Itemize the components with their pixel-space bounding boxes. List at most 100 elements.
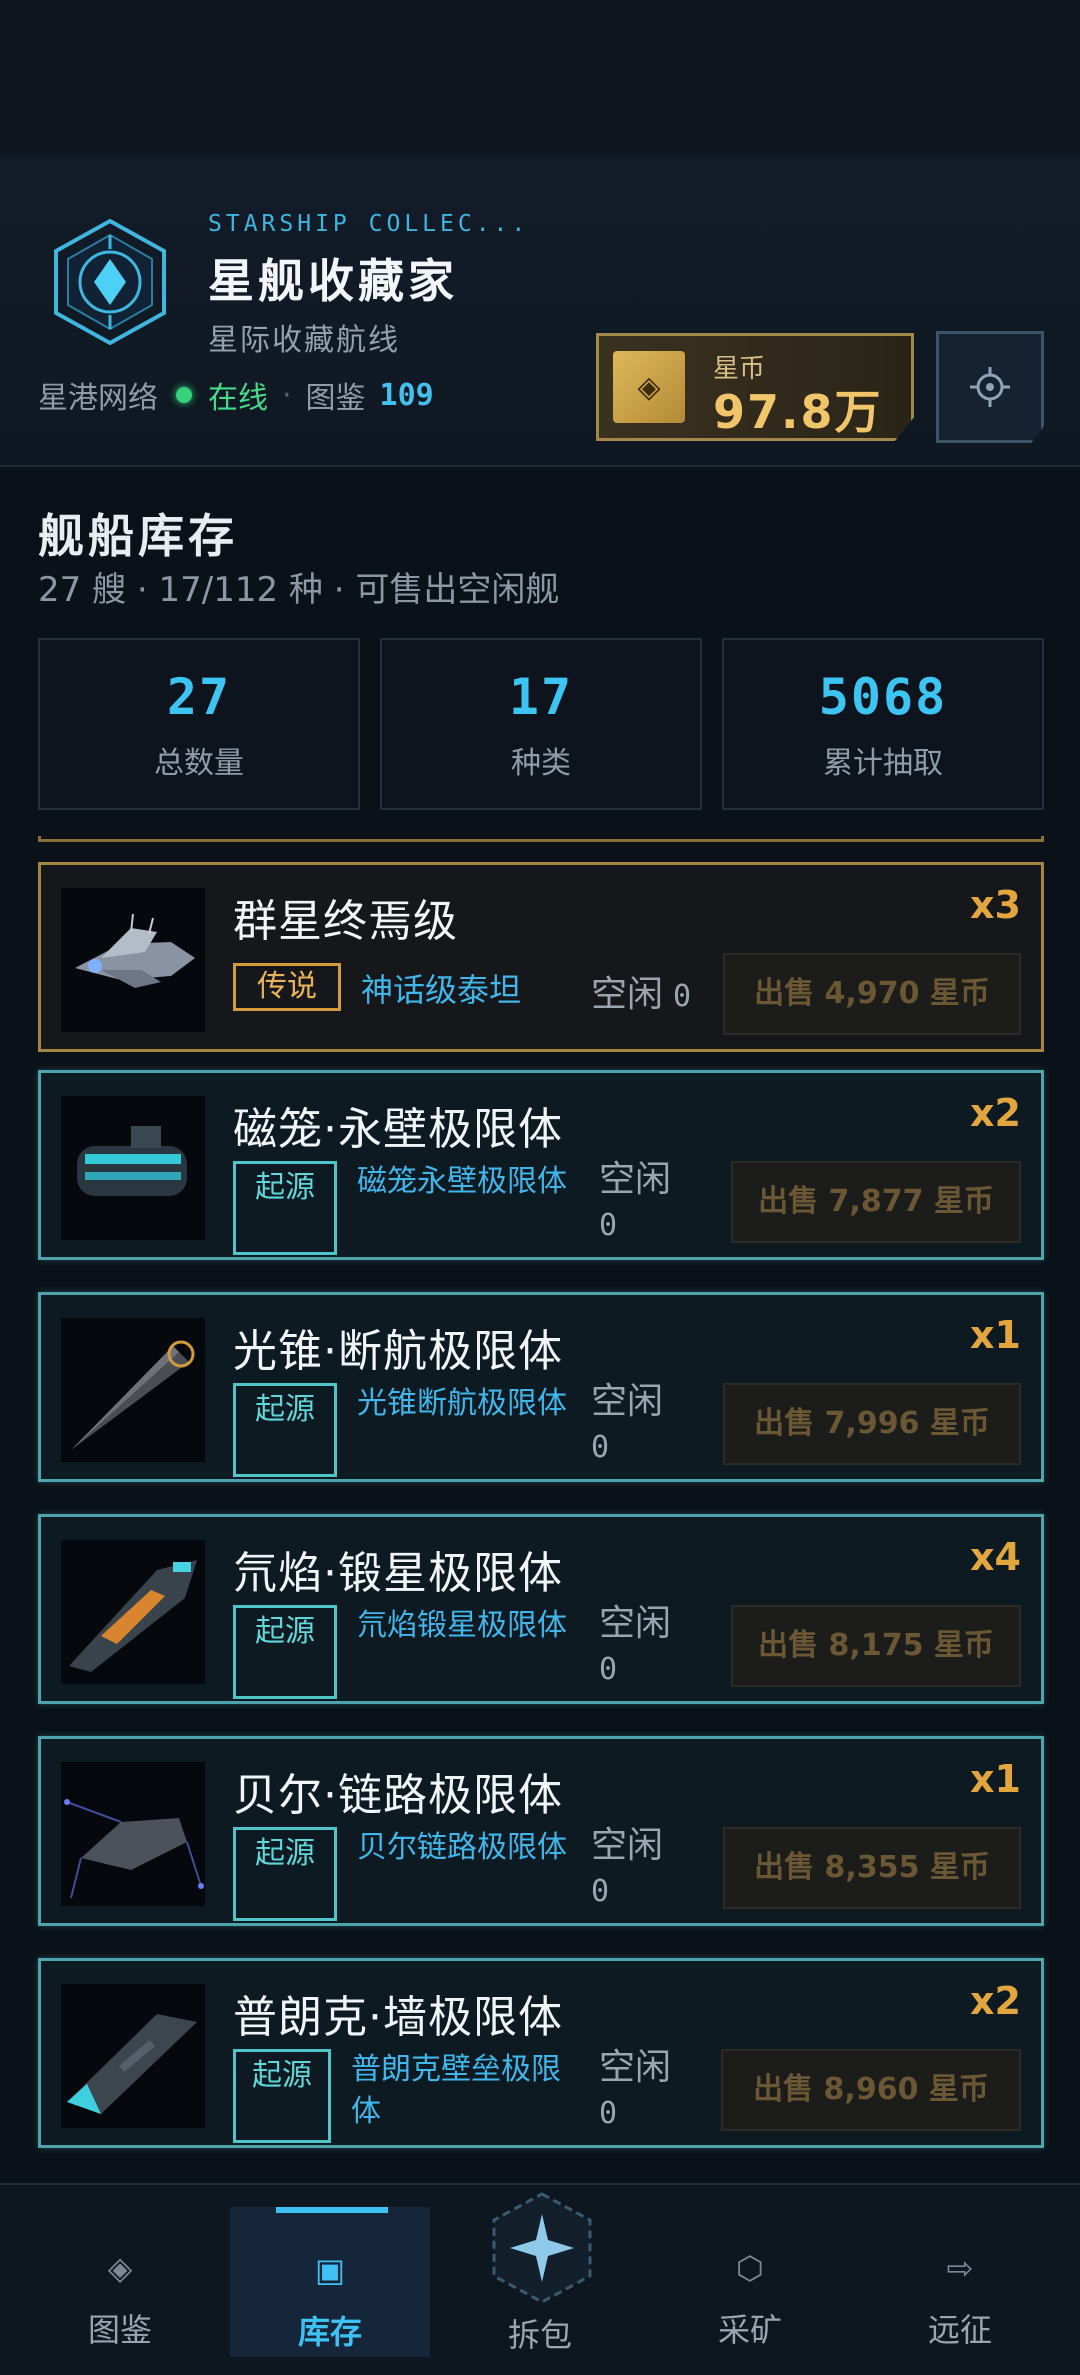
- ship-image: [61, 1318, 205, 1462]
- hexagon-icon: ⬡: [736, 2249, 764, 2287]
- diamond-icon: ◈: [613, 351, 685, 423]
- ship-card[interactable]: 普朗克·墙极限体 x2 起源 普朗克壁垒极限体 空闲 0 出售 8,960 星币: [38, 1958, 1044, 2148]
- settings-button[interactable]: [936, 331, 1044, 443]
- ship-name: 普朗克·墙极限体: [233, 1992, 563, 2043]
- ship-name: 光锥·断航极限体: [233, 1326, 563, 1377]
- nav-label: 图鉴: [87, 2311, 152, 2349]
- idle-value: 0: [673, 979, 692, 1014]
- network-label: 星港网络: [38, 381, 158, 416]
- ship-quantity: x1: [970, 1313, 1021, 1357]
- ship-card[interactable]: 氘焰·锻星极限体 x4 起源 氘焰锻星极限体 空闲 0 出售 8,175 星币: [38, 1514, 1044, 1704]
- app-title: 星舰收藏家: [208, 254, 458, 308]
- arrow-right-icon: ⇨: [946, 2249, 974, 2287]
- ship-card[interactable]: 群星终焉级 x3 传说 神话级泰坦 空闲 0 出售 4,970 星币: [38, 862, 1044, 1052]
- inventory-subtitle: 27 艘 · 17/112 种 · 可售出空闲舰: [38, 570, 560, 610]
- nav-label: 采矿: [717, 2311, 782, 2349]
- stat-value: 27: [166, 668, 232, 726]
- idle-label: 空闲: [599, 1603, 672, 1644]
- ship-class: 磁笼永壁极限体: [357, 1164, 567, 1199]
- ship-image: [61, 888, 205, 1032]
- idle-value: 0: [599, 1208, 618, 1243]
- ship-quantity: x2: [970, 1091, 1021, 1135]
- ship-card[interactable]: 光锥·断航极限体 x1 起源 光锥断航极限体 空闲 0 出售 7,996 星币: [38, 1292, 1044, 1482]
- ship-card[interactable]: 磁笼·永壁极限体 x2 起源 磁笼永壁极限体 空闲 0 出售 7,877 星币: [38, 1070, 1044, 1260]
- idle-value: 0: [591, 1430, 610, 1465]
- catalog-label: 图鉴: [305, 381, 366, 416]
- ship-class: 氘焰锻星极限体: [357, 1608, 567, 1643]
- star-hex-icon: [492, 2192, 592, 2304]
- coin-value: 97.8万: [713, 385, 883, 439]
- online-dot-icon: [176, 387, 192, 403]
- rarity-badge: 起源: [233, 1161, 337, 1255]
- ship-name: 氘焰·锻星极限体: [233, 1548, 563, 1599]
- idle-value: 0: [599, 1652, 618, 1687]
- rarity-badge: 起源: [233, 1605, 337, 1699]
- online-label: 在线: [208, 381, 268, 416]
- diamond-icon: ◈: [107, 2249, 133, 2287]
- ship-name: 群星终焉级: [233, 896, 458, 947]
- stat-label: 总数量: [154, 746, 244, 781]
- sell-button[interactable]: 出售 7,996 星币: [723, 1383, 1021, 1465]
- rarity-badge: 起源: [233, 2049, 331, 2143]
- ship-class: 普朗克壁垒极限体: [351, 2052, 561, 2129]
- nav-label: 库存: [297, 2313, 362, 2351]
- ship-quantity: x1: [970, 1757, 1021, 1801]
- section-divider: [38, 836, 1044, 842]
- nav-unpack-label: 拆包: [507, 2316, 572, 2354]
- ship-quantity: x3: [970, 883, 1021, 927]
- gear-icon: [970, 367, 1010, 407]
- ship-class: 光锥断航极限体: [357, 1386, 567, 1421]
- ship-image: [61, 1096, 205, 1240]
- idle-count: 空闲 0: [599, 1601, 689, 1693]
- idle-label: 空闲: [591, 1825, 664, 1866]
- sell-button[interactable]: 出售 8,355 星币: [723, 1827, 1021, 1909]
- ship-image: [61, 1762, 205, 1906]
- status-bar-area: [0, 0, 1080, 155]
- sell-button[interactable]: 出售 4,970 星币: [723, 953, 1021, 1035]
- app-logo-icon: [54, 218, 166, 346]
- idle-count: 空闲 0: [599, 1157, 689, 1249]
- stat-total: 27 总数量: [38, 638, 360, 810]
- idle-count: 空闲 0: [591, 1379, 681, 1471]
- square-icon: ▣: [314, 2251, 346, 2289]
- idle-value: 0: [599, 2096, 618, 2131]
- idle-label: 空闲: [599, 2047, 672, 2088]
- ship-class: 神话级泰坦: [361, 971, 522, 1009]
- idle-label: 空闲: [591, 974, 664, 1015]
- rarity-badge: 传说: [233, 963, 341, 1011]
- sell-button[interactable]: 出售 8,960 星币: [721, 2049, 1021, 2131]
- ship-card[interactable]: 贝尔·链路极限体 x1 起源 贝尔链路极限体 空闲 0 出售 8,355 星币: [38, 1736, 1044, 1926]
- ship-quantity: x4: [970, 1535, 1021, 1579]
- nav-label: 远征: [927, 2311, 992, 2349]
- stat-label: 累计抽取: [823, 746, 943, 781]
- coin-balance[interactable]: ◈ 星币 97.8万: [596, 333, 914, 441]
- stat-draws: 5068 累计抽取: [722, 638, 1044, 810]
- app-header: STARSHIP COLLEC... 星舰收藏家 星际收藏航线 星港网络 在线 …: [0, 155, 1080, 467]
- app-subtitle-en: STARSHIP COLLEC...: [208, 211, 530, 237]
- inventory-title: 舰船库存: [38, 509, 238, 563]
- ship-name: 贝尔·链路极限体: [233, 1770, 563, 1821]
- nav-catalog[interactable]: ◈ 图鉴: [20, 2185, 220, 2375]
- nav-unpack-button[interactable]: [488, 2190, 596, 2306]
- sell-button[interactable]: 出售 8,175 星币: [731, 1605, 1021, 1687]
- idle-label: 空闲: [591, 1381, 664, 1422]
- catalog-count: 109: [379, 377, 434, 413]
- ship-name: 磁笼·永壁极限体: [233, 1104, 563, 1155]
- rarity-badge: 起源: [233, 1383, 337, 1477]
- idle-count: 空闲 0: [599, 2045, 689, 2137]
- nav-mining[interactable]: ⬡ 采矿: [650, 2185, 850, 2375]
- idle-value: 0: [591, 1874, 610, 1909]
- separator: ·: [282, 377, 292, 413]
- stat-label: 种类: [511, 746, 571, 781]
- ship-image: [61, 1540, 205, 1684]
- ship-class: 贝尔链路极限体: [357, 1830, 567, 1865]
- stat-types: 17 种类: [380, 638, 702, 810]
- ship-quantity: x2: [970, 1979, 1021, 2023]
- sell-button[interactable]: 出售 7,877 星币: [731, 1161, 1021, 1243]
- rarity-badge: 起源: [233, 1827, 337, 1921]
- stat-value: 5068: [818, 668, 948, 726]
- nav-inventory[interactable]: ▣ 库存: [230, 2207, 430, 2357]
- network-status: 星港网络 在线 · 图鉴 109: [38, 373, 434, 417]
- idle-label: 空闲: [599, 1159, 672, 1200]
- nav-expedition[interactable]: ⇨ 远征: [860, 2185, 1060, 2375]
